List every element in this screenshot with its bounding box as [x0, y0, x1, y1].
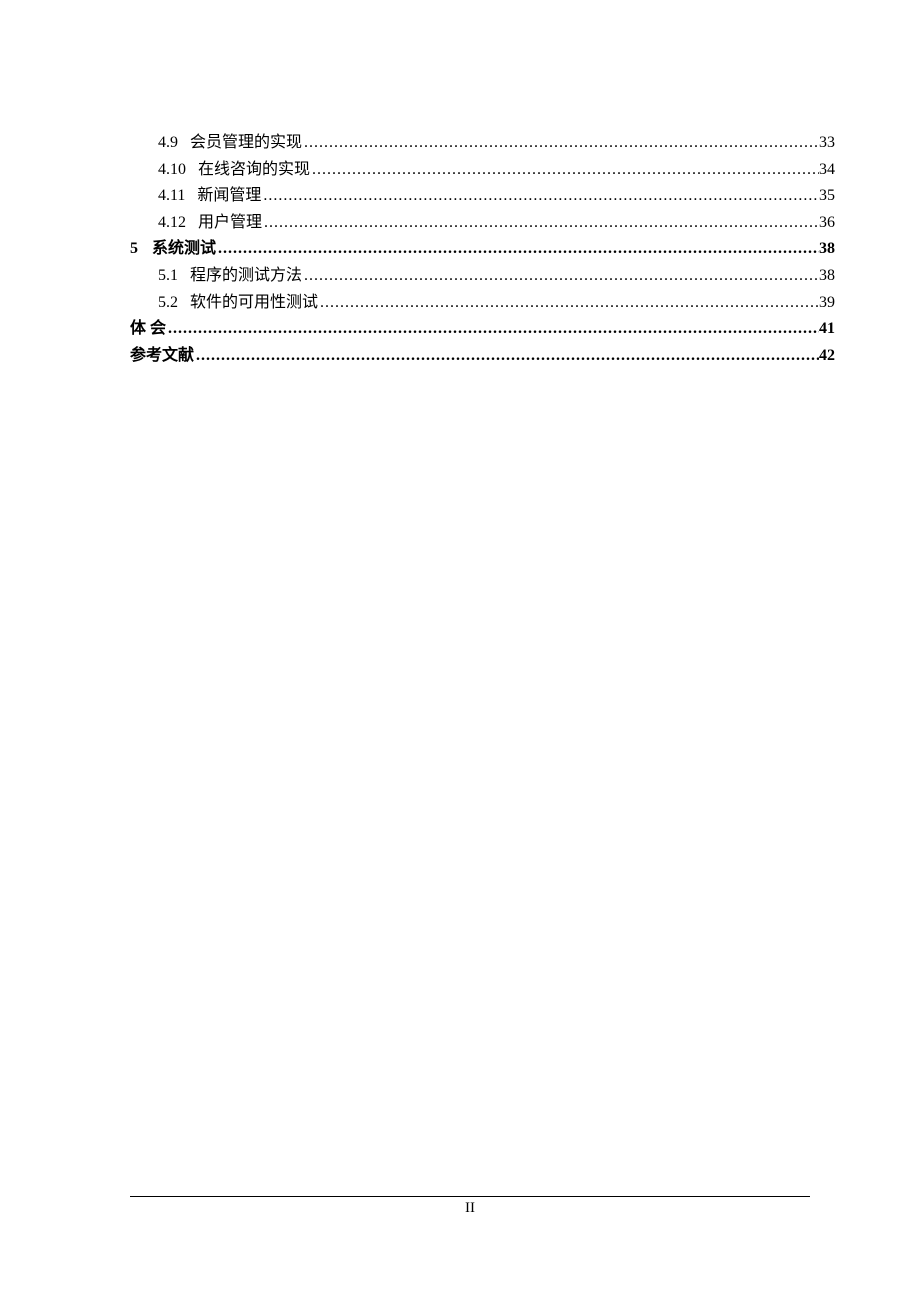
footer-page-number: II — [130, 1200, 810, 1217]
toc-leader-dots: ........................................… — [310, 157, 819, 183]
toc-leader-dots: ........................................… — [166, 316, 819, 342]
toc-leader-dots: ........................................… — [262, 210, 819, 236]
document-page: 4.9 会员管理的实现 ............................… — [0, 0, 920, 368]
toc-page-number: 35 — [819, 183, 835, 209]
page-footer: II — [130, 1196, 810, 1217]
toc-leader-dots: ........................................… — [216, 236, 819, 262]
toc-title: 系统测试 — [152, 236, 216, 262]
toc-leader-dots: ........................................… — [318, 290, 819, 316]
toc-title: 软件的可用性测试 — [190, 290, 318, 316]
toc-entry: 4.10 在线咨询的实现 ...........................… — [130, 157, 835, 183]
toc-page-number: 38 — [819, 263, 835, 289]
toc-title: 体 会 — [130, 316, 166, 342]
toc-title: 程序的测试方法 — [190, 263, 302, 289]
toc-leader-dots: ........................................… — [261, 183, 819, 209]
toc-leader-dots: ........................................… — [302, 263, 819, 289]
toc-page-number: 33 — [819, 130, 835, 156]
toc-entry: 体 会 ....................................… — [130, 316, 835, 342]
toc-number: 4.11 — [158, 183, 185, 209]
toc-title: 在线咨询的实现 — [198, 157, 310, 183]
toc-number: 4.12 — [158, 210, 186, 236]
toc-entry: 5.1 程序的测试方法 ............................… — [130, 263, 835, 289]
toc-page-number: 42 — [819, 343, 835, 369]
toc-entry: 4.11 新闻管理 ..............................… — [130, 183, 835, 209]
toc-number: 4.9 — [158, 130, 178, 156]
toc-page-number: 38 — [819, 236, 835, 262]
toc-number: 5.2 — [158, 290, 178, 316]
toc-title: 用户管理 — [198, 210, 262, 236]
toc-title: 新闻管理 — [197, 183, 261, 209]
toc-number: 5.1 — [158, 263, 178, 289]
toc-leader-dots: ........................................… — [302, 130, 819, 156]
toc-entry: 5.2 软件的可用性测试 ...........................… — [130, 290, 835, 316]
toc-title: 参考文献 — [130, 343, 194, 369]
footer-divider — [130, 1196, 810, 1197]
toc-entry: 4.9 会员管理的实现 ............................… — [130, 130, 835, 156]
toc-entry: 4.12 用户管理 ..............................… — [130, 210, 835, 236]
toc-leader-dots: ........................................… — [194, 343, 819, 369]
toc-entry: 5 系统测试 .................................… — [130, 236, 835, 262]
toc-title: 会员管理的实现 — [190, 130, 302, 156]
toc-page-number: 39 — [819, 290, 835, 316]
toc-page-number: 34 — [819, 157, 835, 183]
toc-number: 4.10 — [158, 157, 186, 183]
toc-entry: 参考文献 ...................................… — [130, 343, 835, 369]
toc-number: 5 — [130, 236, 138, 262]
toc-page-number: 41 — [819, 316, 835, 342]
toc-page-number: 36 — [819, 210, 835, 236]
